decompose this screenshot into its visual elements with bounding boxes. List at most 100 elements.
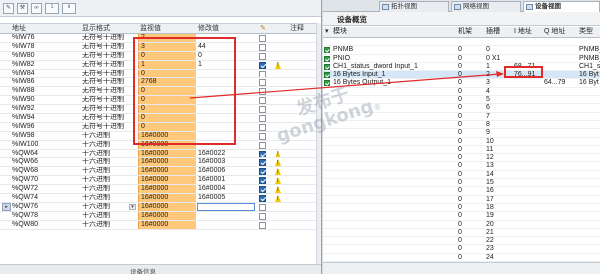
cell-address[interactable]: %QW66 xyxy=(12,158,82,166)
cell-display-format[interactable]: 无符号十进制 xyxy=(82,34,137,42)
cell-display-format[interactable]: 无符号十进制 xyxy=(82,96,137,104)
cell-q-address[interactable] xyxy=(544,88,574,95)
cell-type[interactable] xyxy=(579,38,600,45)
cell-slot[interactable]: 23 xyxy=(486,245,512,252)
cell-rack[interactable]: 0 xyxy=(458,237,484,244)
cell-display-format[interactable]: 无符号十进制 xyxy=(82,43,137,51)
modify-checkbox[interactable] xyxy=(259,79,266,87)
cell-i-address[interactable] xyxy=(514,79,538,86)
cell-type[interactable]: PNMB_e xyxy=(579,55,600,62)
device-row[interactable]: PNMB 00 PNMB_e xyxy=(323,46,600,55)
cell-q-address[interactable] xyxy=(544,63,574,70)
modify-checkbox[interactable] xyxy=(259,150,266,158)
cell-slot[interactable]: 10 xyxy=(486,138,512,145)
cell-slot[interactable]: 8 xyxy=(486,121,512,128)
cell-type[interactable]: 16 Byt xyxy=(579,79,600,86)
modify-checkbox[interactable] xyxy=(259,43,266,51)
cell-q-address[interactable] xyxy=(544,204,574,211)
cell-q-address[interactable] xyxy=(544,38,574,45)
cell-slot[interactable]: 16 xyxy=(486,187,512,194)
cell-slot[interactable]: 6 xyxy=(486,104,512,111)
cell-i-address[interactable] xyxy=(514,138,538,145)
cell-slot[interactable]: 3 xyxy=(486,79,512,86)
cell-type[interactable] xyxy=(579,162,600,169)
cell-q-address[interactable] xyxy=(544,196,574,203)
cell-modify-value[interactable]: 16#0006 xyxy=(197,167,255,175)
cell-address[interactable]: %IW98 xyxy=(12,132,82,140)
cell-display-format[interactable]: 无符号十进制 xyxy=(82,87,137,95)
modify-checkbox[interactable] xyxy=(259,106,266,114)
cell-rack[interactable] xyxy=(458,38,484,45)
cell-display-format[interactable]: 十六进制 xyxy=(82,167,137,175)
table-row[interactable]: ▸ %QW76 十六进制 ▾ 16#0000 xyxy=(0,202,321,212)
cell-rack[interactable]: 0 xyxy=(458,212,484,219)
row-marker[interactable] xyxy=(1,176,11,184)
device-row[interactable]: 0 12 xyxy=(323,154,600,163)
row-marker[interactable] xyxy=(1,96,11,104)
monitor-all-icon[interactable]: Ⅱ xyxy=(62,2,76,14)
device-row[interactable]: 0 22 xyxy=(323,237,600,246)
cell-i-address[interactable] xyxy=(514,196,538,203)
cell-modify-flag[interactable] xyxy=(259,158,269,167)
cell-i-address[interactable] xyxy=(514,237,538,244)
device-row[interactable]: 0 15 xyxy=(323,179,600,188)
eyeglasses-icon[interactable]: ∞ xyxy=(31,2,42,14)
cell-slot[interactable]: 12 xyxy=(486,154,512,161)
cell-type[interactable] xyxy=(579,113,600,120)
cell-type[interactable] xyxy=(579,237,600,244)
modify-checkbox[interactable] xyxy=(259,132,266,140)
cell-slot[interactable]: 0 xyxy=(486,46,512,53)
cell-address[interactable]: %IW94 xyxy=(12,114,82,122)
cell-type[interactable] xyxy=(579,196,600,203)
cell-slot[interactable]: 22 xyxy=(486,237,512,244)
cell-display-format[interactable]: 十六进制 xyxy=(82,212,137,220)
cell-rack[interactable]: 0 xyxy=(458,121,484,128)
cell-modify-value[interactable]: 16#0005 xyxy=(197,194,255,202)
table-row[interactable]: %QW64 十六进制 16#0000 16#0022! xyxy=(0,149,321,159)
cell-module[interactable] xyxy=(333,179,423,186)
table-row[interactable]: %QW68 十六进制 16#0000 16#0006! xyxy=(0,167,321,177)
cell-address[interactable]: %IW100 xyxy=(12,141,82,149)
cell-q-address[interactable] xyxy=(544,162,574,169)
cell-type[interactable] xyxy=(579,221,600,228)
table-row[interactable]: %QW66 十六进制 16#0000 16#0003! xyxy=(0,158,321,168)
cell-i-address[interactable] xyxy=(514,104,538,111)
cell-type[interactable] xyxy=(579,254,600,261)
cell-rack[interactable]: 0 xyxy=(458,196,484,203)
cell-type[interactable] xyxy=(579,96,600,103)
cell-modify-flag[interactable] xyxy=(259,123,269,131)
modify-checkbox[interactable] xyxy=(259,177,266,185)
cell-rack[interactable]: 0 xyxy=(458,138,484,145)
row-marker[interactable] xyxy=(1,150,11,158)
cell-q-address[interactable] xyxy=(544,96,574,103)
cell-i-address[interactable] xyxy=(514,162,538,169)
row-marker[interactable] xyxy=(1,167,11,175)
cell-type[interactable] xyxy=(579,229,600,236)
tab-network-view[interactable]: 网络视图 xyxy=(451,1,521,12)
header-modify-value[interactable]: 修改值 xyxy=(197,24,255,33)
device-row[interactable]: 0 11 xyxy=(323,146,600,155)
modify-checkbox[interactable] xyxy=(259,212,266,220)
row-selector-icon[interactable]: ▸ xyxy=(2,202,11,211)
device-row[interactable]: 0 19 xyxy=(323,212,600,221)
cell-module[interactable] xyxy=(333,162,423,169)
cell-i-address[interactable] xyxy=(514,146,538,153)
cell-i-address[interactable] xyxy=(514,221,538,228)
cell-i-address[interactable] xyxy=(514,245,538,252)
header-q-address[interactable]: Q 地址 xyxy=(544,27,574,37)
cell-slot[interactable]: 14 xyxy=(486,171,512,178)
cell-rack[interactable]: 0 xyxy=(458,113,484,120)
modify-checkbox[interactable] xyxy=(259,195,266,202)
cell-slot[interactable]: 19 xyxy=(486,212,512,219)
modify-checkbox[interactable] xyxy=(259,159,266,167)
tab-topology-view[interactable]: 拓扑视图 xyxy=(379,1,449,12)
device-row[interactable]: 0 21 xyxy=(323,229,600,238)
cell-slot[interactable]: 9 xyxy=(486,129,512,136)
cell-display-format[interactable]: 无符号十进制 xyxy=(82,105,137,113)
cell-modify-flag[interactable] xyxy=(259,78,269,87)
modify-checkbox[interactable] xyxy=(259,61,266,69)
row-marker[interactable] xyxy=(1,34,11,42)
cell-i-address[interactable] xyxy=(514,38,538,45)
cell-display-format[interactable]: 无符号十进制 xyxy=(82,123,137,131)
cell-address[interactable]: %IW90 xyxy=(12,96,82,104)
